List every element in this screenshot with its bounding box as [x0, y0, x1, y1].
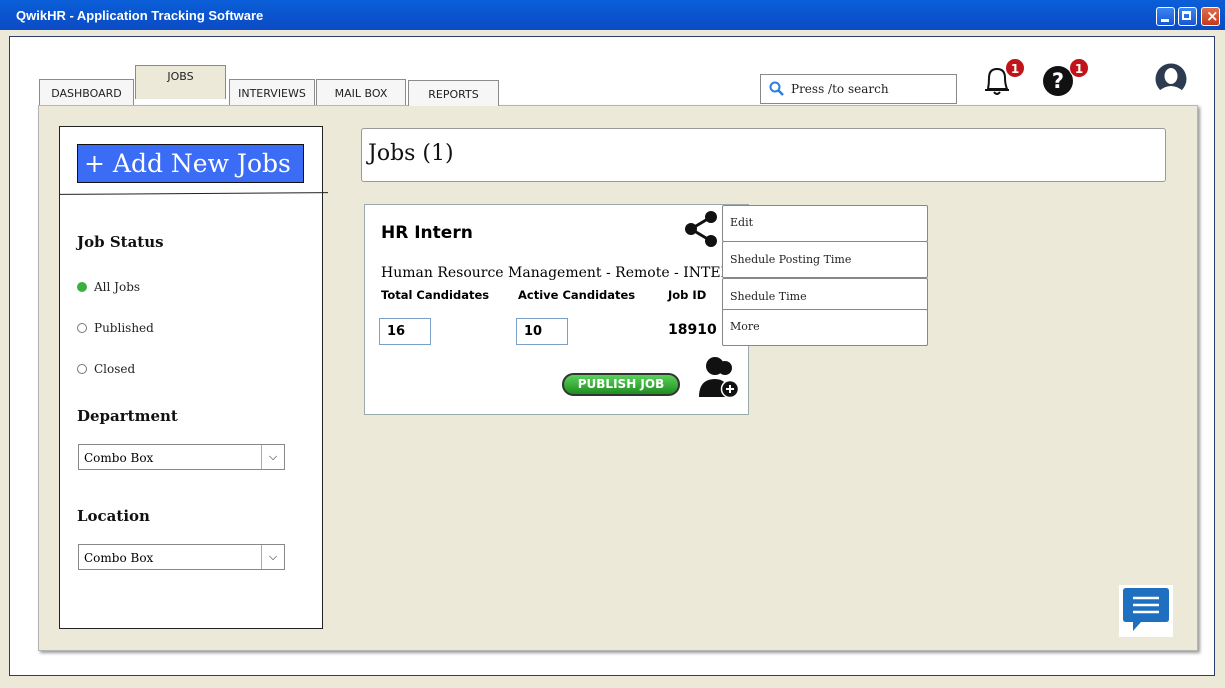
sidebar-divider — [59, 192, 329, 195]
tab-label: JOBS — [167, 70, 194, 83]
tab-label: MAIL BOX — [334, 87, 388, 100]
tab-interviews[interactable]: INTERVIEWS — [229, 79, 315, 105]
job-title: HR Intern — [381, 223, 473, 243]
menu-item-schedule-posting-time[interactable]: Shedule Posting Time — [722, 241, 928, 278]
search-input[interactable]: Press /to search — [760, 74, 957, 104]
tab-mail-box[interactable]: MAIL BOX — [316, 79, 406, 105]
job-card[interactable]: HR Intern Human Resource Management - Re… — [364, 204, 749, 415]
maximize-button[interactable] — [1178, 7, 1197, 26]
close-button[interactable]: × — [1201, 7, 1220, 26]
close-icon: × — [1206, 7, 1219, 25]
total-candidates-label: Total Candidates — [381, 288, 490, 302]
add-candidate-icon[interactable] — [695, 355, 743, 401]
location-label: Location — [77, 507, 150, 525]
department-label: Department — [77, 407, 178, 425]
tab-label: INTERVIEWS — [238, 87, 306, 100]
tab-reports[interactable]: REPORTS — [408, 80, 499, 106]
total-candidates-value: 16 — [379, 318, 431, 345]
radio-unselected-icon — [77, 364, 87, 374]
radio-selected-icon — [77, 282, 87, 292]
location-value: Combo Box — [84, 551, 154, 565]
active-candidates-value: 10 — [516, 318, 568, 345]
search-icon — [769, 81, 784, 96]
svg-text:?: ? — [1052, 69, 1064, 93]
menu-item-schedule-time[interactable]: Shedule Time — [722, 278, 928, 311]
menu-item-more[interactable]: More — [722, 309, 928, 346]
menu-item-edit[interactable]: Edit — [722, 205, 928, 242]
radio-label: Closed — [94, 362, 136, 376]
job-subtitle: Human Resource Management - Remote - INT… — [381, 265, 726, 281]
chevron-down-icon: ⌵ — [261, 545, 284, 569]
job-id-value: 18910 — [668, 322, 717, 338]
minimize-button[interactable] — [1156, 7, 1175, 26]
notification-badge: 1 — [1005, 58, 1025, 78]
radio-closed[interactable]: Closed — [77, 362, 135, 376]
app-window: DASHBOARD JOBS INTERVIEWS MAIL BOX REPOR… — [9, 36, 1215, 676]
tab-jobs[interactable]: JOBS — [135, 65, 226, 99]
tab-label: REPORTS — [428, 88, 479, 101]
avatar-icon[interactable] — [1155, 63, 1187, 95]
radio-label: Published — [94, 321, 154, 335]
radio-label: All Jobs — [94, 280, 141, 294]
department-select[interactable]: Combo Box ⌵ — [78, 444, 285, 470]
radio-all-jobs[interactable]: All Jobs — [77, 280, 140, 294]
active-candidates-label: Active Candidates — [518, 288, 636, 302]
radio-unselected-icon — [77, 323, 87, 333]
share-icon[interactable] — [683, 209, 719, 247]
title-bar: QwikHR - Application Tracking Software × — [0, 0, 1225, 30]
window-title: QwikHR - Application Tracking Software — [16, 8, 264, 23]
tab-dashboard[interactable]: DASHBOARD — [39, 79, 134, 105]
help-badge: 1 — [1069, 58, 1089, 78]
job-id-label: Job ID — [668, 288, 707, 302]
job-status-label: Job Status — [77, 233, 164, 251]
location-select[interactable]: Combo Box ⌵ — [78, 544, 285, 570]
page-title: Jobs (1) — [368, 141, 454, 166]
search-placeholder: Press /to search — [791, 82, 889, 96]
jobs-header: Jobs (1) — [361, 128, 1166, 182]
filter-sidebar: + Add New Jobs Job Status All Jobs Publi… — [59, 126, 329, 629]
department-value: Combo Box — [84, 451, 154, 465]
add-new-jobs-button[interactable]: + Add New Jobs — [77, 144, 304, 183]
tab-label: DASHBOARD — [51, 87, 122, 100]
chat-icon[interactable] — [1119, 585, 1173, 637]
chevron-down-icon: ⌵ — [261, 445, 284, 469]
publish-job-button[interactable]: PUBLISH JOB — [562, 373, 680, 396]
radio-published[interactable]: Published — [77, 321, 154, 335]
